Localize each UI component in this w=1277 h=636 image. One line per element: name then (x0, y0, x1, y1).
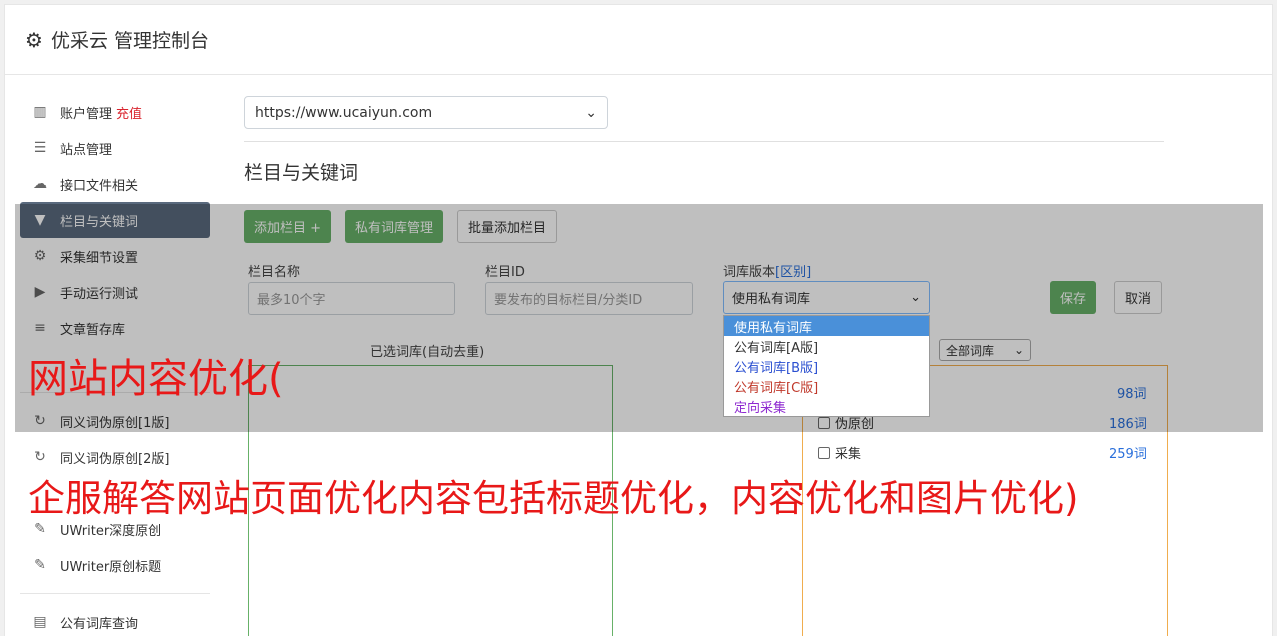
dict-version-dropdown: 使用私有词库 公有词库[A版] 公有词库[B版] 公有词库[C版] 定向采集 (723, 315, 930, 417)
site-select[interactable]: https://www.ucaiyun.com ⌄ (244, 96, 608, 129)
gear-icon: ⚙ (25, 27, 43, 52)
dropdown-option[interactable]: 公有词库[B版] (724, 356, 929, 376)
sidebar-item-public-lib[interactable]: ▤ 公有词库查询 (20, 604, 210, 636)
refresh-icon: ↻ (34, 449, 46, 465)
sidebar-item-label: 公有词库查询 (60, 616, 139, 632)
divider (244, 141, 1164, 142)
app-title: 优采云 管理控制台 (50, 30, 209, 52)
dropdown-option[interactable]: 使用私有词库 (724, 316, 929, 336)
lib-item[interactable]: 采集 (818, 443, 861, 462)
sidebar-item-label: UWriter原创标题 (60, 559, 162, 575)
bar-chart-icon: ▥ (33, 104, 47, 120)
top-bar: ⚙ 优采云 管理控制台 (5, 5, 1272, 75)
sidebar-item-uwriter-title[interactable]: ✎ UWriter原创标题 (20, 547, 210, 583)
sidebar-item-label: 同义词伪原创[2版] (60, 451, 170, 467)
sidebar-item-sites[interactable]: ☰ 站点管理 (20, 130, 210, 166)
sidebar-item-label: 接口文件相关 (60, 178, 139, 194)
book-icon: ▤ (33, 614, 47, 630)
site-select-value: https://www.ucaiyun.com (255, 104, 433, 121)
server-icon: ☰ (33, 140, 47, 156)
dropdown-option[interactable]: 公有词库[A版] (724, 336, 929, 356)
sidebar-item-interface[interactable]: ☁ 接口文件相关 (20, 166, 210, 202)
checkbox[interactable] (818, 446, 830, 459)
caption-line-1: 网站内容优化( (28, 356, 284, 402)
sidebar-item-label: 账户管理 (60, 106, 113, 122)
sidebar-divider (20, 593, 210, 594)
lib-name: 采集 (835, 447, 862, 462)
section-title: 栏目与关键词 (244, 162, 359, 184)
chevron-down-icon: ⌄ (585, 104, 597, 121)
sidebar-item-label: 站点管理 (60, 142, 113, 158)
dropdown-option[interactable]: 定向采集 (724, 396, 929, 416)
edit-icon: ✎ (34, 521, 46, 537)
lib-count: 259词 (1109, 447, 1147, 462)
sidebar-item-account[interactable]: ▥ 账户管理 充值 (20, 94, 210, 130)
sidebar-item-label: UWriter深度原创 (60, 523, 162, 539)
edit-icon: ✎ (34, 557, 46, 573)
caption-line-2: 企服解答网站页面优化内容包括标题优化，内容优化和图片优化) (28, 477, 1079, 520)
recharge-link[interactable]: 充值 (116, 103, 142, 122)
main-content: https://www.ucaiyun.com ⌄ 栏目与关键词 添加栏目 + … (244, 96, 1168, 636)
dropdown-option[interactable]: 公有词库[C版] (724, 376, 929, 396)
cloud-upload-icon: ☁ (33, 176, 47, 192)
